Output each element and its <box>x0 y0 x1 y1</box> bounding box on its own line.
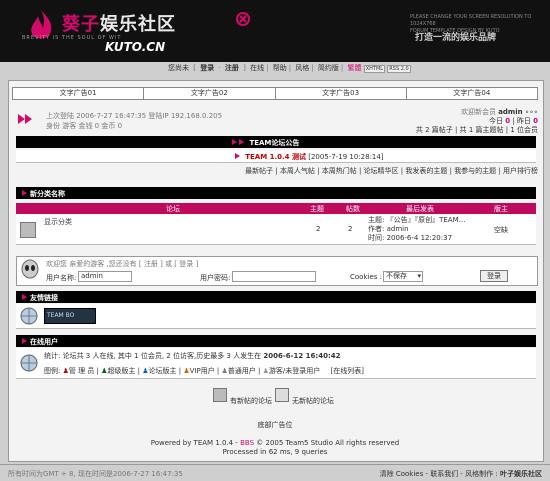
text-ad-4[interactable]: 文字广告04 <box>407 88 537 99</box>
nav-traditional-link[interactable]: 繁體 <box>347 64 361 72</box>
new-member-link[interactable]: admin <box>498 108 522 116</box>
new-posts-icon <box>213 388 227 402</box>
online-users-bar: 在线用户 <box>16 335 536 347</box>
online-peak-time: 2006-6-12 16:40:42 <box>263 352 341 360</box>
online-legend: 图例: ♟管 理 员 | ♟超级版主 | ♟论坛版主 | ♟VIP用户 | ♟普… <box>44 367 364 375</box>
close-circle-icon <box>236 12 250 26</box>
double-arrow-icon <box>18 114 32 124</box>
copyright: © 2005 Team5 Studio All rights reserved <box>256 439 400 447</box>
text-ad-1[interactable]: 文字广告01 <box>13 88 145 99</box>
logo-domain: KUTO.CN <box>105 40 166 54</box>
notice-title: TEAM论坛公告 <box>249 139 300 147</box>
footer: 所有时间为GMT + 8, 现在时间是2006-7-27 16:47:35 清除… <box>0 464 550 481</box>
col-forum: 论坛 <box>166 205 180 213</box>
col-posts: 帖数 <box>346 205 360 213</box>
new-posts-label: 有新帖的论坛 <box>230 397 272 405</box>
bottom-ad[interactable]: 底部广告位 <box>0 420 550 430</box>
online-summary: 统计: 论坛共 3 人在线, 其中 1 位会员, 2 位访客,历史最多 3 人发… <box>44 352 262 360</box>
more-dots-icon: ∘∘∘ <box>524 108 538 116</box>
online-users-title: 在线用户 <box>30 338 58 346</box>
friend-links-title: 友情链接 <box>30 294 58 302</box>
welcome-label: 欢迎新会员 <box>460 108 496 116</box>
nav-online-link[interactable]: 在线 <box>250 64 264 72</box>
forum-topics-count: 2 <box>316 225 321 233</box>
last-post-author: 作者: admin <box>368 225 409 233</box>
category-bar: 新分类名称 <box>16 187 536 199</box>
footer-links[interactable]: 清除 Cookies - 联系我们 - 风格制作 : <box>380 470 498 478</box>
cookies-label: Cookies : <box>350 273 382 281</box>
password-label: 用户密码: <box>200 274 231 282</box>
forum-table-header: 论坛 主题 帖数 最后发表 版主 <box>16 203 536 214</box>
online-list-link[interactable]: [在线列表] <box>330 367 363 375</box>
forum-moderator: 空缺 <box>494 226 508 234</box>
notice-item-link[interactable]: TEAM 1.0.4 测试 <box>245 153 306 161</box>
last-post-title-link[interactable]: 主题: 『公告』『原创』TEAM… <box>368 216 466 225</box>
today-count: 0 <box>505 117 511 125</box>
username-label: 用户名称: <box>46 274 77 282</box>
powered-by: Powered by TEAM 1.0.4 - <box>150 439 241 447</box>
forum-status-icon <box>20 222 36 238</box>
login-submit-button[interactable]: 登录 <box>480 270 508 282</box>
nav-lite-link[interactable]: 简约版 <box>318 64 339 72</box>
last-post-time: 时间: 2006-6-4 12:20:37 <box>368 234 453 242</box>
quick-link-ranking[interactable]: 用户排行榜 <box>503 167 538 175</box>
processed-info: Processed in 62 ms, 9 queries <box>222 448 328 456</box>
rss-badge[interactable]: RSS 2.0 <box>387 65 411 73</box>
password-input[interactable] <box>232 271 316 282</box>
nav-login-link[interactable]: 登录 <box>200 64 214 72</box>
today-label: 今日 <box>488 117 503 125</box>
quick-link-my-replies[interactable]: 我参与的主题 <box>454 167 496 175</box>
footer-time: 所有时间为GMT + 8, 现在时间是2006-7-27 16:47:35 <box>8 470 183 478</box>
forum-posts-count: 2 <box>348 225 353 233</box>
forum-stats: 共 2 篇帖子 | 共 1 篇主题帖 | 1 位会员 <box>415 126 538 134</box>
category-title[interactable]: 新分类名称 <box>30 190 65 198</box>
quick-link-digest[interactable]: 论坛精华区 <box>364 167 399 175</box>
chevron-down-icon: ▾ <box>417 272 421 280</box>
top-nav: 您尚未 [ 登录 · 注册 ] 在线 | 帮助 | 风格 | 简约版 | 繁體 XHTM… <box>0 62 550 74</box>
col-topics: 主题 <box>310 205 324 213</box>
quick-link-latest[interactable]: 最新帖子 <box>245 167 273 175</box>
xhtml-badge[interactable]: XHTML <box>363 65 386 73</box>
footer-brand-link[interactable]: 叶子娱乐社区 <box>500 470 542 478</box>
no-new-posts-icon <box>275 388 289 402</box>
last-visit-text: 上次登陆 2006-7-27 16:47:35 登陆IP 192.168.0.2… <box>46 112 223 120</box>
nav-style-link[interactable]: 风格 <box>295 64 309 72</box>
text-ad-2[interactable]: 文字广告02 <box>144 88 276 99</box>
login-hint: 欢迎您 亲爱的游客 ,您还没有 [ 注册 ] 或 [ 登录 ] <box>46 260 199 268</box>
quick-link-popular[interactable]: 本周人气帖 <box>280 167 315 175</box>
yesterday-count: 0 <box>533 117 538 125</box>
user-status-text: 身份 游客 金钱 0 金币 0 <box>46 122 123 130</box>
forum-name-link[interactable]: 显示分类 <box>44 217 72 227</box>
text-ad-row: 文字广告01 文字广告02 文字广告03 文字广告04 <box>12 87 538 100</box>
online-globe-icon <box>20 354 38 372</box>
logo-title: 葵子娱乐社区 <box>62 14 176 35</box>
nav-greeting: 您尚未 <box>168 64 189 72</box>
site-header: 葵子娱乐社区 BREVITY IS THE SOUL OF WIT KUTO.C… <box>0 0 550 62</box>
quick-links: 最新帖子 | 本周人气帖 | 本周热门帖 | 论坛精华区 | 我发表的主题 | … <box>245 167 538 175</box>
text-ad-3[interactable]: 文字广告03 <box>276 88 407 99</box>
col-last-post: 最后发表 <box>406 205 434 213</box>
nav-register-link[interactable]: 注册 <box>225 64 239 72</box>
team-bbs-link-banner[interactable]: TEAM BO <box>44 308 96 324</box>
notice-bar: TEAM论坛公告 <box>16 136 536 148</box>
notice-item-date: [2005-7-19 10:28:14] <box>308 153 384 161</box>
yesterday-label: 昨日 <box>516 117 531 125</box>
no-new-posts-label: 无新帖的论坛 <box>292 397 334 405</box>
friend-links-bar: 友情链接 <box>16 291 536 303</box>
header-slogan: 打造一流的娱乐品牌 <box>415 33 497 43</box>
bbs-link[interactable]: BBS <box>240 439 254 447</box>
alien-avatar-icon <box>21 259 39 279</box>
username-input[interactable]: admin <box>78 271 132 282</box>
globe-icon <box>20 307 38 325</box>
quick-link-my-topics[interactable]: 我发表的主题 <box>405 167 447 175</box>
col-moderator: 版主 <box>494 205 508 213</box>
nav-help-link[interactable]: 帮助 <box>273 64 287 72</box>
cookies-select[interactable]: 不保存 ▾ <box>383 271 423 282</box>
quick-link-hot[interactable]: 本周热门帖 <box>322 167 357 175</box>
